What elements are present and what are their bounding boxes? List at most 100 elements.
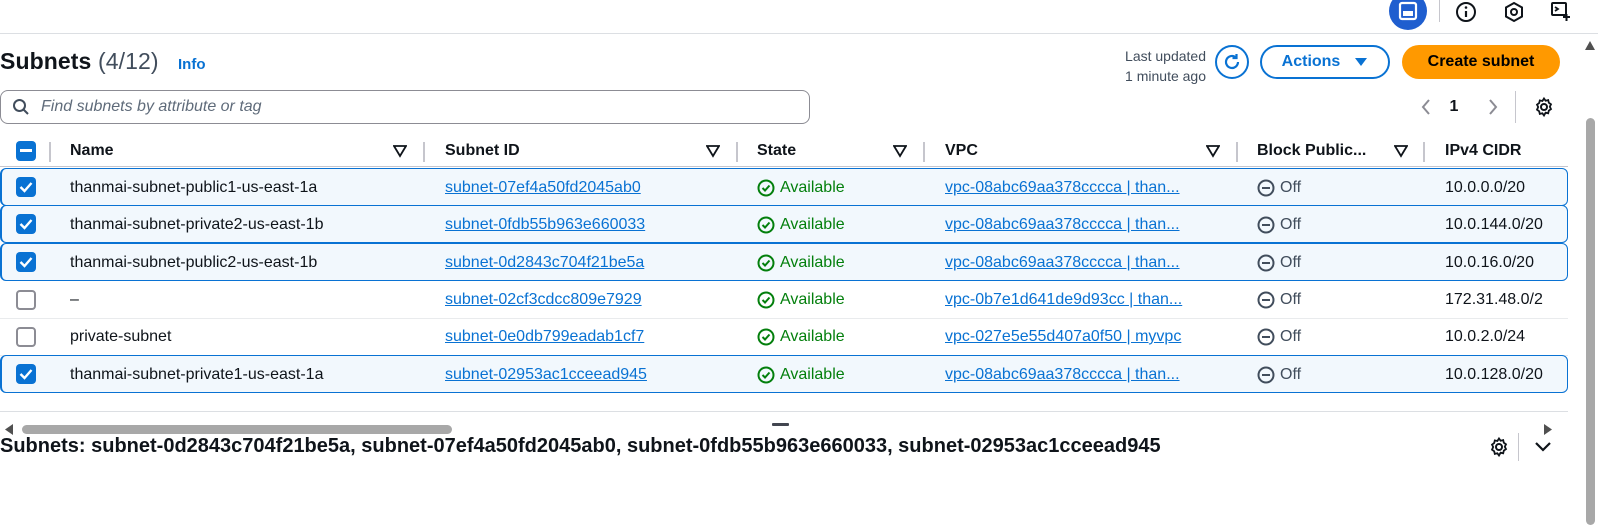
- table-row[interactable]: thanmai-subnet-private1-us-east-1a subnet…: [0, 355, 1568, 393]
- cell-vpc[interactable]: vpc-027e5e55d407a0f50 | myvpc: [945, 318, 1230, 356]
- block-public-text: Off: [1280, 254, 1302, 271]
- table-row[interactable]: – subnet-02cf3cdcc809e7929 Available vpc-0b…: [0, 281, 1568, 319]
- column-divider[interactable]: [423, 142, 425, 162]
- cell-subnet-id[interactable]: subnet-02953ac1cceead945: [445, 356, 730, 394]
- scroll-up-icon[interactable]: [1584, 40, 1596, 51]
- column-header-state[interactable]: State: [757, 135, 796, 167]
- cell-subnet-id-link[interactable]: subnet-0e0db799eadab1cf7: [445, 328, 644, 346]
- actions-button[interactable]: Actions: [1260, 45, 1390, 79]
- cell-vpc-link[interactable]: vpc-08abc69aa378cccca | than...: [945, 366, 1180, 384]
- panel-icon[interactable]: [1389, 0, 1427, 30]
- cell-state: Available: [757, 206, 917, 244]
- sort-icon[interactable]: [893, 144, 907, 158]
- cell-subnet-id[interactable]: subnet-0d2843c704f21be5a: [445, 244, 730, 282]
- column-divider[interactable]: [923, 142, 925, 162]
- sort-icon[interactable]: [1394, 144, 1408, 158]
- cell-vpc-link[interactable]: vpc-0b7e1d641de9d93cc | than...: [945, 291, 1182, 309]
- success-icon: [757, 254, 775, 272]
- cell-subnet-id-link[interactable]: subnet-0fdb55b963e660033: [445, 216, 645, 234]
- success-icon: [757, 291, 775, 309]
- off-icon: [1257, 254, 1275, 272]
- column-header-block-public[interactable]: Block Public...: [1257, 135, 1366, 167]
- page-number[interactable]: 1: [1443, 93, 1465, 121]
- table-row[interactable]: thanmai-subnet-private2-us-east-1b subnet…: [0, 205, 1568, 243]
- cell-name: thanmai-subnet-public1-us-east-1a: [70, 169, 420, 207]
- search-icon: [1, 98, 41, 116]
- cell-subnet-id[interactable]: subnet-0e0db799eadab1cf7: [445, 318, 730, 356]
- cell-subnet-id-link[interactable]: subnet-02953ac1cceead945: [445, 366, 647, 384]
- cell-vpc-link[interactable]: vpc-08abc69aa378cccca | than...: [945, 216, 1180, 234]
- actions-label: Actions: [1281, 53, 1341, 70]
- settings-hexagon-icon[interactable]: [1496, 0, 1532, 30]
- top-utility-bar: [0, 0, 1598, 34]
- select-all-checkbox[interactable]: [16, 141, 36, 161]
- cell-subnet-id[interactable]: subnet-0fdb55b963e660033: [445, 206, 730, 244]
- cell-vpc[interactable]: vpc-08abc69aa378cccca | than...: [945, 169, 1230, 207]
- search-box[interactable]: [0, 90, 810, 124]
- block-public-text: Off: [1280, 328, 1302, 345]
- cell-subnet-id[interactable]: subnet-07ef4a50fd2045ab0: [445, 169, 730, 207]
- cell-subnet-id[interactable]: subnet-02cf3cdcc809e7929: [445, 281, 730, 319]
- block-public-text: Off: [1280, 366, 1302, 383]
- info-link[interactable]: Info: [178, 56, 206, 73]
- vertical-scroll-thumb[interactable]: [1586, 118, 1595, 525]
- row-checkbox[interactable]: [16, 214, 36, 234]
- column-divider[interactable]: [1236, 142, 1238, 162]
- refresh-icon: [1224, 54, 1240, 70]
- last-updated: Last updated 1 minute ago: [1114, 46, 1206, 86]
- row-checkbox[interactable]: [16, 252, 36, 272]
- cell-vpc[interactable]: vpc-08abc69aa378cccca | than...: [945, 356, 1230, 394]
- cell-block-public: Off: [1257, 169, 1417, 207]
- search-input[interactable]: [41, 98, 741, 116]
- resize-handle[interactable]: [772, 423, 789, 426]
- cell-subnet-id-link[interactable]: subnet-0d2843c704f21be5a: [445, 254, 644, 272]
- gear-icon: [1535, 96, 1553, 118]
- cell-ipv4-cidr: 172.31.48.0/2: [1445, 281, 1568, 319]
- block-public-text: Off: [1280, 179, 1302, 196]
- cell-subnet-id-link[interactable]: subnet-07ef4a50fd2045ab0: [445, 179, 641, 197]
- column-divider[interactable]: [736, 142, 738, 162]
- sort-icon[interactable]: [393, 144, 407, 158]
- row-checkbox[interactable]: [16, 327, 36, 347]
- column-divider[interactable]: [1423, 142, 1425, 162]
- sort-icon[interactable]: [706, 144, 720, 158]
- cell-ipv4-cidr-text: 10.0.0.0/20: [1445, 179, 1526, 196]
- cell-name-text: private-subnet: [70, 328, 172, 345]
- table-row[interactable]: thanmai-subnet-public2-us-east-1b subnet-…: [0, 243, 1568, 281]
- cell-vpc[interactable]: vpc-08abc69aa378cccca | than...: [945, 206, 1230, 244]
- column-header-subnet-id[interactable]: Subnet ID: [445, 135, 520, 167]
- table-row[interactable]: thanmai-subnet-public1-us-east-1a subnet-…: [0, 168, 1568, 206]
- cell-vpc[interactable]: vpc-0b7e1d641de9d93cc | than...: [945, 281, 1230, 319]
- column-header-name[interactable]: Name: [70, 135, 114, 167]
- details-preferences-button[interactable]: [1486, 434, 1512, 460]
- sort-icon[interactable]: [1206, 144, 1220, 158]
- create-subnet-button[interactable]: Create subnet: [1402, 45, 1560, 79]
- collapse-details-button[interactable]: [1530, 434, 1556, 460]
- horizontal-scroll-thumb[interactable]: [22, 425, 452, 434]
- cell-ipv4-cidr-text: 10.0.2.0/24: [1445, 328, 1526, 345]
- scroll-left-icon[interactable]: [4, 424, 14, 435]
- cell-vpc[interactable]: vpc-08abc69aa378cccca | than...: [945, 244, 1230, 282]
- cell-vpc-link[interactable]: vpc-027e5e55d407a0f50 | myvpc: [945, 328, 1181, 346]
- status-indicator: Available: [757, 179, 845, 197]
- refresh-button[interactable]: [1215, 45, 1249, 79]
- cell-vpc-link[interactable]: vpc-08abc69aa378cccca | than...: [945, 254, 1180, 272]
- column-header-vpc[interactable]: VPC: [945, 135, 978, 167]
- cloud-shell-icon[interactable]: [1543, 0, 1579, 30]
- row-checkbox[interactable]: [16, 290, 36, 310]
- success-icon: [757, 216, 775, 234]
- table-preferences-button[interactable]: [1531, 94, 1557, 120]
- success-icon: [757, 328, 775, 346]
- cell-vpc-link[interactable]: vpc-08abc69aa378cccca | than...: [945, 179, 1180, 197]
- cell-name: thanmai-subnet-private1-us-east-1a: [70, 356, 420, 394]
- previous-page-button[interactable]: [1414, 93, 1438, 121]
- cell-subnet-id-link[interactable]: subnet-02cf3cdcc809e7929: [445, 291, 642, 309]
- column-header-ipv4-cidr[interactable]: IPv4 CIDR: [1445, 135, 1521, 167]
- cell-state: Available: [757, 244, 917, 282]
- next-page-button[interactable]: [1481, 93, 1505, 121]
- row-checkbox[interactable]: [16, 177, 36, 197]
- table-row[interactable]: private-subnet subnet-0e0db799eadab1cf7 Av…: [0, 318, 1568, 356]
- status-indicator: Available: [757, 291, 845, 309]
- info-icon[interactable]: [1448, 0, 1484, 30]
- row-checkbox[interactable]: [16, 364, 36, 384]
